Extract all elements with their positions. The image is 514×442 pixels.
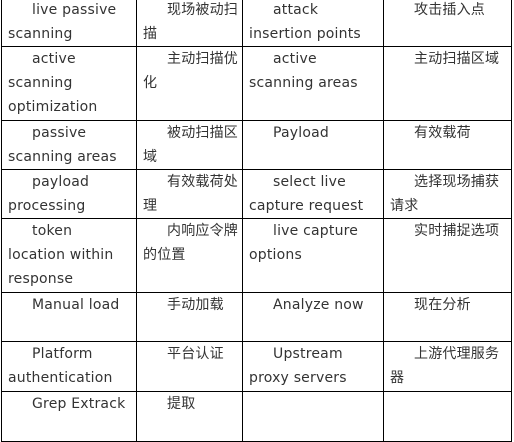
term-english-cell: Manual load [1,292,137,342]
term-chinese-cell: 内响应令牌的位置 [136,218,243,293]
term-chinese-cell: 被动扫描区域 [136,120,243,170]
term-chinese-cell: 现在分析 [383,292,512,342]
term-chinese-cell: 攻击插入点 [383,0,512,47]
empty-cell [383,391,512,442]
table-row: payload processing 有效载荷处理 select live ca… [1,169,512,219]
table-row: Platform authentication 平台认证 Upstream pr… [1,341,512,392]
table-row: active scanning optimization 主动扫描优化 acti… [1,46,512,121]
table-row: Grep Extrack 提取 [1,391,512,442]
term-english-cell: active scanning areas [242,46,384,121]
term-chinese-cell: 主动扫描优化 [136,46,243,121]
table-row: Manual load 手动加载 Analyze now 现在分析 [1,292,512,342]
term-chinese-cell: 选择现场捕获请求 [383,169,512,219]
term-english-cell: active scanning optimization [1,46,137,121]
term-english-cell: live capture options [242,218,384,293]
term-english-cell: Platform authentication [1,341,137,392]
term-chinese-cell: 上游代理服务器 [383,341,512,392]
term-english-cell: Analyze now [242,292,384,342]
term-chinese-cell: 有效载荷处理 [136,169,243,219]
term-english-cell: token location within response [1,218,137,293]
term-chinese-cell: 手动加载 [136,292,243,342]
term-english-cell: Payload [242,120,384,170]
glossary-table: live passive scanning 现场被动扫描 attack inse… [1,0,512,442]
term-chinese-cell: 现场被动扫描 [136,0,243,47]
table-row: token location within response 内响应令牌的位置 … [1,218,512,293]
table-row: passive scanning areas 被动扫描区域 Payload 有效… [1,120,512,170]
term-english-cell: payload processing [1,169,137,219]
term-english-cell: Grep Extrack [1,391,137,442]
term-english-cell: attack insertion points [242,0,384,47]
term-chinese-cell: 实时捕捉选项 [383,218,512,293]
table-row: live passive scanning 现场被动扫描 attack inse… [1,0,512,47]
term-english-cell: passive scanning areas [1,120,137,170]
term-chinese-cell: 主动扫描区域 [383,46,512,121]
term-chinese-cell: 有效载荷 [383,120,512,170]
term-english-cell: live passive scanning [1,0,137,47]
term-chinese-cell: 平台认证 [136,341,243,392]
term-chinese-cell: 提取 [136,391,243,442]
empty-cell [242,391,384,442]
term-english-cell: select live capture request [242,169,384,219]
term-english-cell: Upstream proxy servers [242,341,384,392]
